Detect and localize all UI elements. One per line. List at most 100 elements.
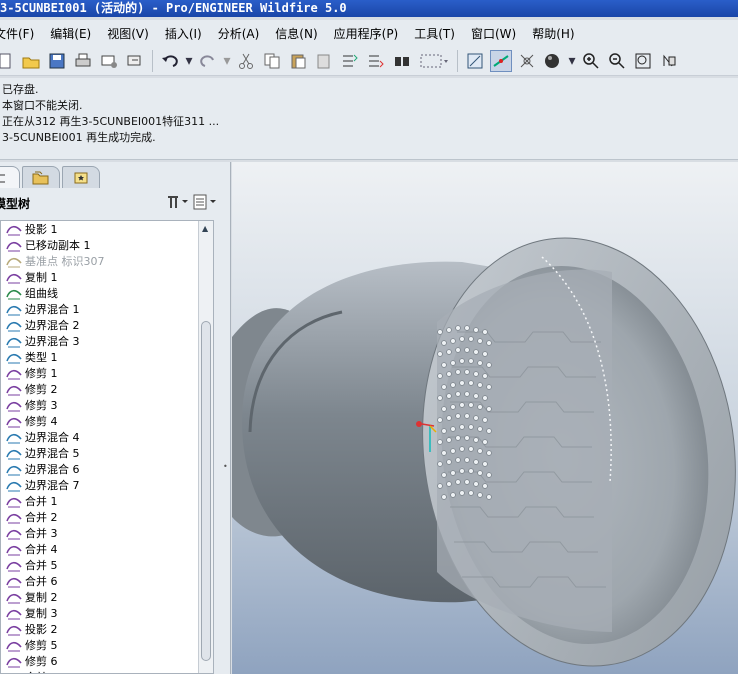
message-line: 本窗口不能关闭. (2, 99, 83, 112)
reorient-icon[interactable] (658, 50, 680, 72)
menu-insert[interactable]: 插入(I) (157, 25, 210, 42)
main-toolbar: ▾ ▾ ▾ (0, 46, 738, 76)
model-tree-scrollbar[interactable]: ▲ (198, 221, 213, 673)
hole (437, 483, 443, 489)
tree-item[interactable]: 边界混合 3 (1, 333, 213, 349)
attach-icon[interactable] (124, 50, 146, 72)
panel-sash-handle[interactable]: • (223, 462, 231, 482)
zoom-in-icon[interactable] (580, 50, 602, 72)
hole (450, 426, 456, 432)
tree-item[interactable]: 投影 2 (1, 621, 213, 637)
zoom-out-icon[interactable] (606, 50, 628, 72)
hole (464, 325, 470, 331)
tree-item[interactable]: 合并 1 (1, 493, 213, 509)
redo-dropdown-icon[interactable]: ▾ (223, 50, 231, 72)
show-menu-icon[interactable] (192, 194, 218, 213)
copy-icon (5, 270, 23, 284)
hole (441, 406, 447, 412)
hole (437, 439, 443, 445)
redo-icon[interactable] (197, 50, 219, 72)
hole (455, 479, 461, 485)
print-icon[interactable] (72, 50, 94, 72)
graphics-window[interactable] (232, 162, 738, 674)
tree-item[interactable]: 基准点 标识307 (1, 253, 213, 269)
toolbar-separator (457, 49, 458, 72)
tree-item[interactable]: 修剪 5 (1, 637, 213, 653)
scroll-up-icon[interactable]: ▲ (202, 224, 208, 233)
tree-item[interactable]: 复制 3 (1, 605, 213, 621)
menu-analysis[interactable]: 分析(A) (210, 25, 268, 42)
tree-item[interactable]: 复制 2 (1, 589, 213, 605)
tree-item[interactable]: 合并 5 (1, 557, 213, 573)
hole (437, 417, 443, 423)
menu-edit[interactable]: 编辑(E) (42, 25, 99, 42)
tree-item[interactable]: 已移动副本 1 (1, 237, 213, 253)
tree-item[interactable]: 组曲线 (1, 285, 213, 301)
paste-icon[interactable] (287, 50, 309, 72)
menu-tools[interactable]: 工具(T) (406, 25, 463, 42)
tab-model-tree[interactable] (0, 166, 20, 188)
tab-favorites[interactable] (62, 166, 100, 188)
tree-item[interactable]: 合并 7 (1, 669, 213, 673)
tree-item[interactable]: 修剪 2 (1, 381, 213, 397)
tree-item[interactable]: 边界混合 6 (1, 461, 213, 477)
datum-point-display-icon[interactable] (516, 50, 538, 72)
send-mail-icon[interactable] (98, 50, 120, 72)
hole (477, 338, 483, 344)
hole (482, 351, 488, 357)
hole (450, 470, 456, 476)
tree-item[interactable]: 投影 1 (1, 221, 213, 237)
tree-item[interactable]: 修剪 3 (1, 397, 213, 413)
settings-tools-icon[interactable] (166, 194, 188, 213)
scroll-thumb[interactable] (201, 321, 211, 661)
copy-icon[interactable] (261, 50, 283, 72)
open-folder-icon[interactable] (20, 50, 42, 72)
cut-icon[interactable] (235, 50, 257, 72)
menu-help[interactable]: 帮助(H) (524, 25, 582, 42)
tree-item[interactable]: 合并 3 (1, 525, 213, 541)
tree-item[interactable]: 修剪 6 (1, 653, 213, 669)
model-3d-view[interactable] (232, 162, 738, 674)
find-icon[interactable] (391, 50, 413, 72)
hole (455, 391, 461, 397)
merge-icon (5, 526, 23, 540)
shading-dropdown-icon[interactable]: ▾ (568, 50, 576, 72)
tree-item[interactable]: 修剪 1 (1, 365, 213, 381)
tree-item[interactable]: 合并 4 (1, 541, 213, 557)
tree-item[interactable]: 修剪 4 (1, 413, 213, 429)
menu-file[interactable]: 文件(F) (0, 25, 42, 42)
tree-item[interactable]: 边界混合 4 (1, 429, 213, 445)
regenerate-icon[interactable] (339, 50, 361, 72)
datum-plane-display-icon[interactable] (464, 50, 486, 72)
undo-dropdown-icon[interactable]: ▾ (185, 50, 193, 72)
regen-manager-icon[interactable] (365, 50, 387, 72)
undo-icon[interactable] (159, 50, 181, 72)
hole (482, 461, 488, 467)
message-line: 3-5CUNBEI001 再生成功完成. (2, 131, 156, 144)
tree-item[interactable]: 复制 1 (1, 269, 213, 285)
tree-item-label: 边界混合 2 (25, 319, 80, 332)
menu-window[interactable]: 窗口(W) (463, 25, 524, 42)
tree-item[interactable]: 合并 6 (1, 573, 213, 589)
projection-icon (5, 222, 23, 236)
tree-item[interactable]: 边界混合 1 (1, 301, 213, 317)
datum-axis-display-icon[interactable] (490, 49, 512, 72)
tree-item[interactable]: 边界混合 2 (1, 317, 213, 333)
refit-icon[interactable] (632, 50, 654, 72)
selection-box-icon[interactable] (417, 50, 451, 72)
shading-icon[interactable] (542, 50, 564, 72)
menu-applications[interactable]: 应用程序(P) (326, 25, 407, 42)
tree-item[interactable]: 类型 1 (1, 349, 213, 365)
menu-info[interactable]: 信息(N) (267, 25, 325, 42)
new-file-icon[interactable] (0, 50, 16, 72)
hole (441, 384, 447, 390)
tree-item[interactable]: 合并 2 (1, 509, 213, 525)
message-line: 已存盘. (2, 83, 39, 96)
menu-view[interactable]: 视图(V) (99, 25, 157, 42)
hole (473, 459, 479, 465)
tab-folder-browser[interactable] (22, 166, 60, 188)
paste-special-icon[interactable] (313, 50, 335, 72)
save-icon[interactable] (46, 50, 68, 72)
tree-item[interactable]: 边界混合 7 (1, 477, 213, 493)
tree-item[interactable]: 边界混合 5 (1, 445, 213, 461)
